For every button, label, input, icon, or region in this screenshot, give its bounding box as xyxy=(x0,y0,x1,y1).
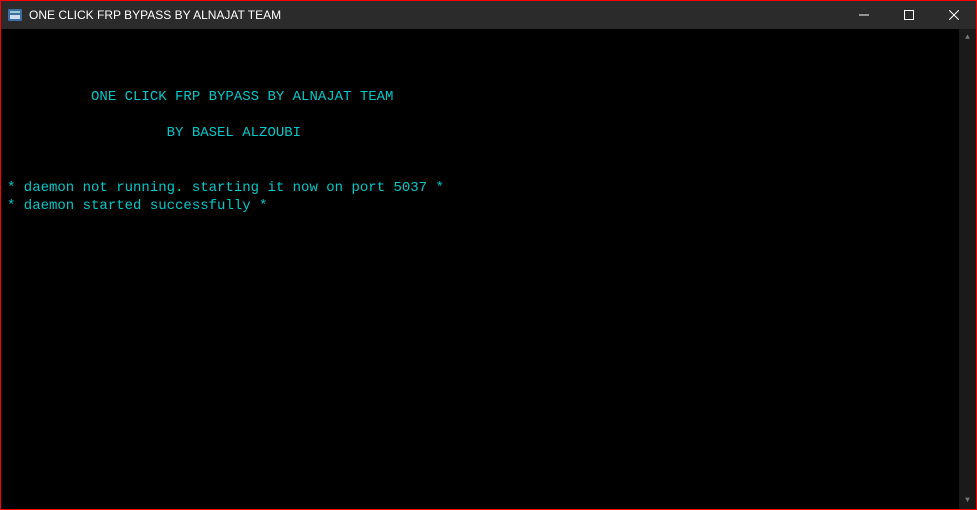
maximize-icon xyxy=(904,10,914,20)
client-area: ONE CLICK FRP BYPASS BY ALNAJAT TEAM BY … xyxy=(1,29,976,509)
window-controls xyxy=(841,1,976,29)
console-output: ONE CLICK FRP BYPASS BY ALNAJAT TEAM BY … xyxy=(1,29,959,509)
scroll-track[interactable] xyxy=(959,46,976,492)
maximize-button[interactable] xyxy=(886,1,931,29)
scroll-down-arrow-icon[interactable]: ▼ xyxy=(959,492,976,509)
vertical-scrollbar[interactable]: ▲ ▼ xyxy=(959,29,976,509)
titlebar[interactable]: ONE CLICK FRP BYPASS BY ALNAJAT TEAM xyxy=(1,1,976,29)
window-title: ONE CLICK FRP BYPASS BY ALNAJAT TEAM xyxy=(29,8,841,22)
close-icon xyxy=(949,10,959,20)
minimize-icon xyxy=(859,10,869,20)
minimize-button[interactable] xyxy=(841,1,886,29)
app-window: ONE CLICK FRP BYPASS BY ALNAJAT TEAM xyxy=(0,0,977,510)
close-button[interactable] xyxy=(931,1,976,29)
scroll-up-arrow-icon[interactable]: ▲ xyxy=(959,29,976,46)
app-icon xyxy=(7,7,23,23)
